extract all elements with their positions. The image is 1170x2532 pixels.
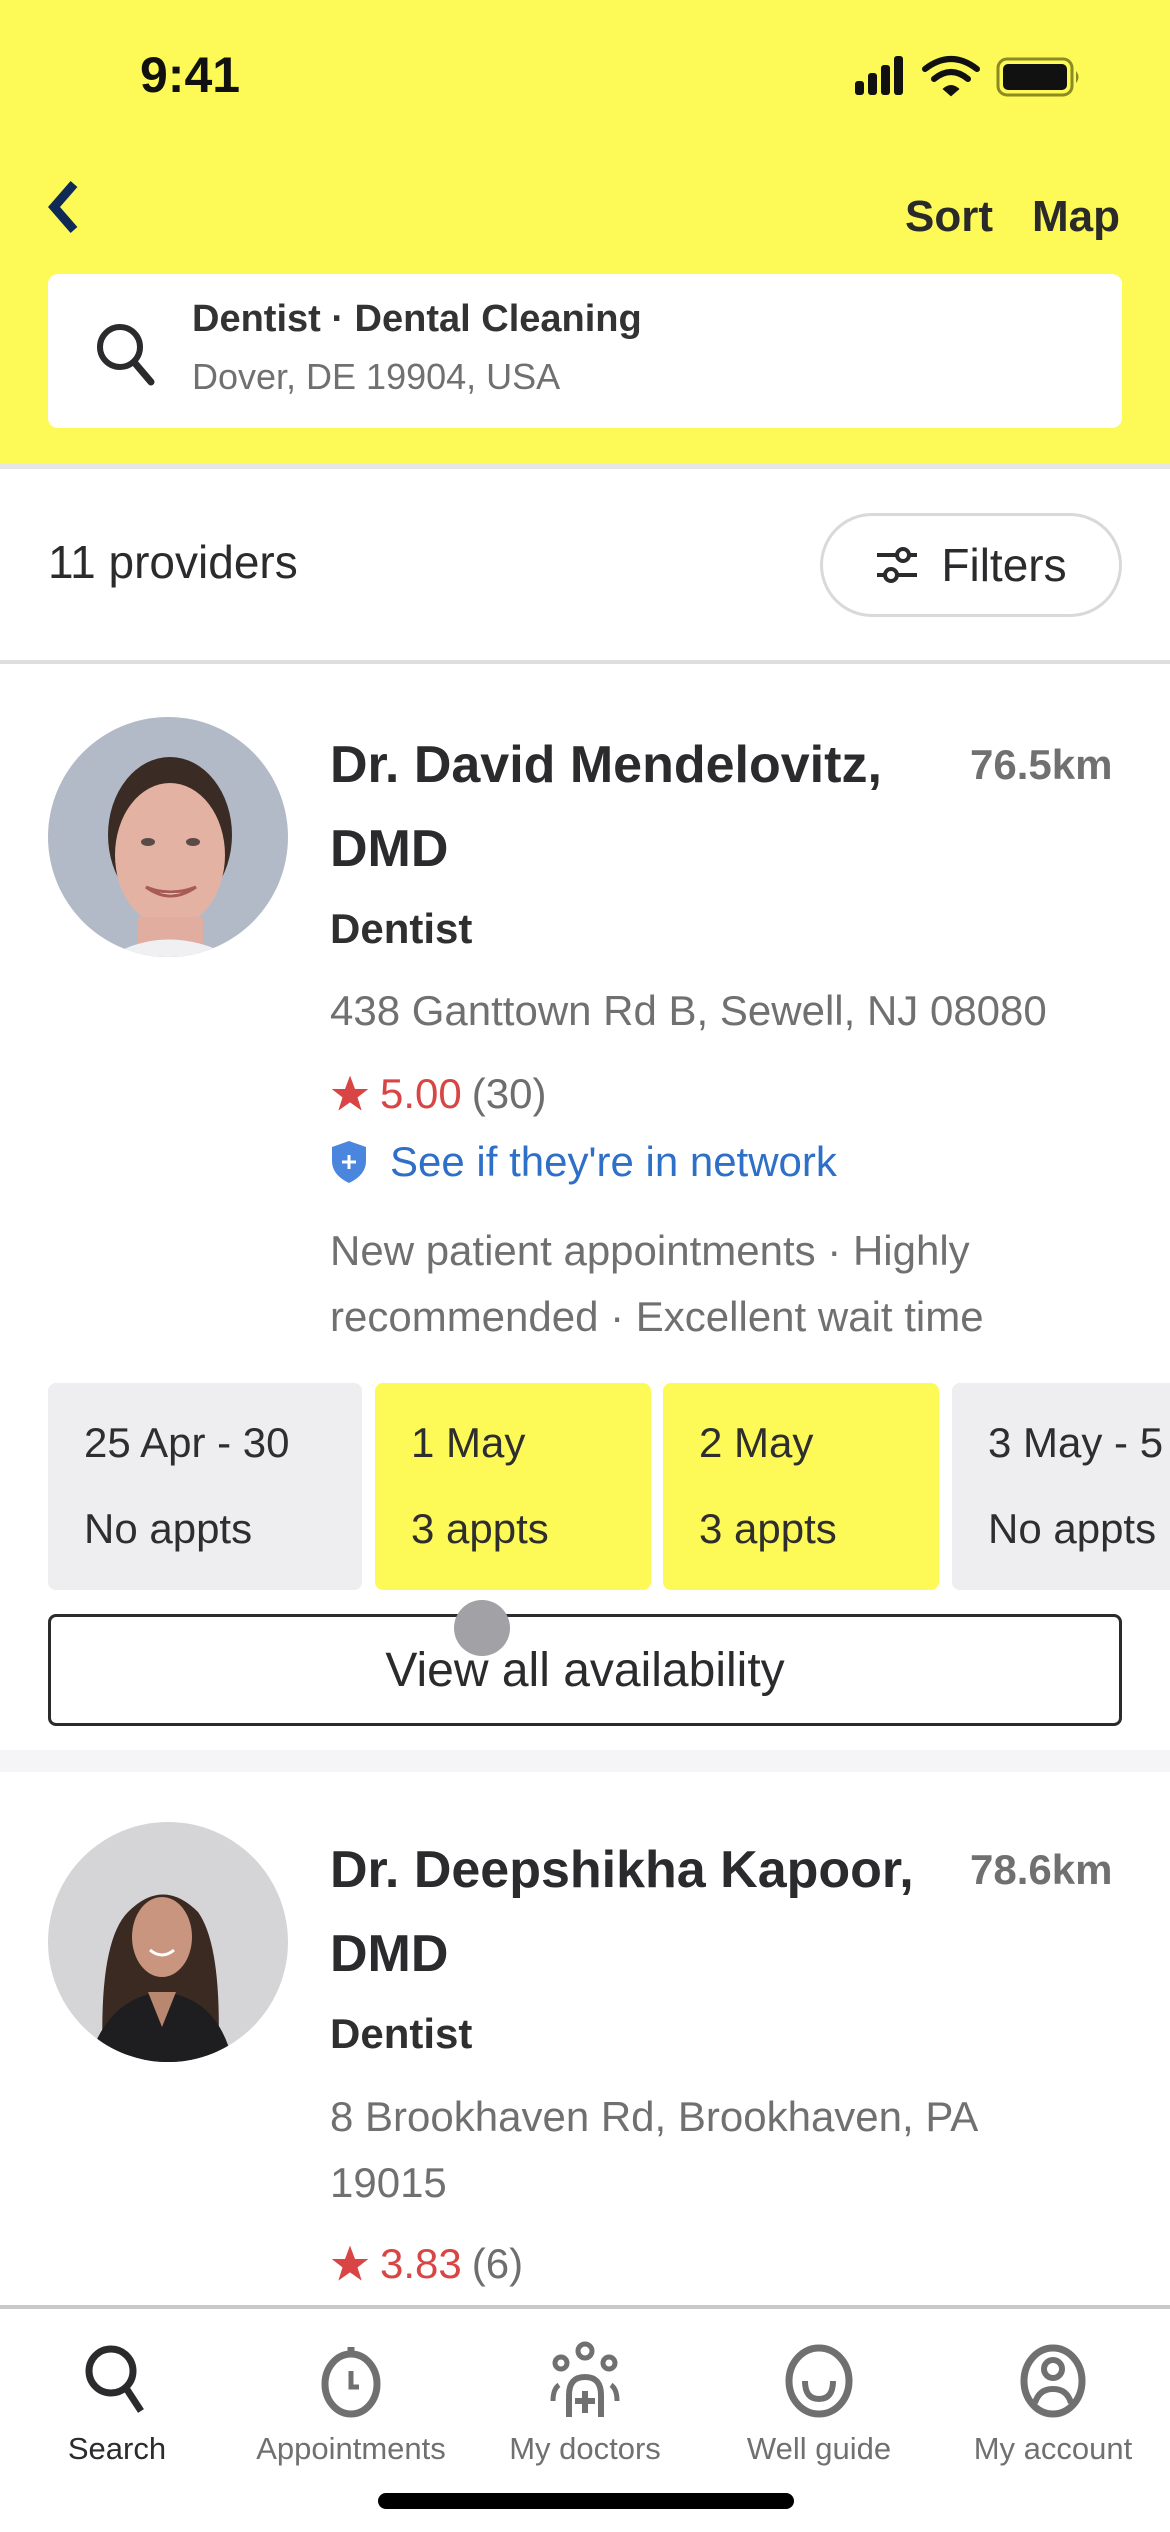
- slot-count: No appts: [84, 1505, 253, 1552]
- availability-slot[interactable]: 25 Apr - 30 No appts: [48, 1383, 362, 1590]
- sliders-icon: [877, 547, 918, 583]
- shield-plus-icon: [332, 1141, 366, 1183]
- tab-label: Search: [67, 2431, 167, 2466]
- view-all-availability-button[interactable]: View all availability: [48, 1614, 1122, 1726]
- provider-name-line1: Dr. David Mendelovitz,: [330, 736, 882, 794]
- provider-avatar[interactable]: [48, 717, 288, 957]
- wifi-icon: [922, 56, 980, 97]
- map-button[interactable]: Map: [1032, 192, 1120, 242]
- star-icon: [331, 1075, 369, 1111]
- filters-label: Filters: [941, 539, 1067, 591]
- provider-credential: DMD: [330, 1925, 449, 1983]
- tab-label: Well guide: [746, 2431, 892, 2466]
- provider-name-line1: Dr. Deepshikha Kapoor,: [330, 1841, 914, 1899]
- tab-search[interactable]: Search: [0, 2339, 234, 2489]
- provider-distance: 76.5km: [970, 741, 1113, 788]
- tab-label: My doctors: [509, 2431, 661, 2466]
- rating-count: (30): [471, 1070, 547, 1117]
- star-icon: [331, 2245, 369, 2281]
- result-count: 11 providers: [48, 536, 298, 588]
- status-time: 9:41: [140, 47, 241, 103]
- touch-indicator: [454, 1600, 510, 1656]
- slot-count: No appts: [988, 1505, 1157, 1552]
- back-button[interactable]: [36, 172, 96, 242]
- tab-my-account[interactable]: My account: [936, 2339, 1170, 2489]
- search-icon: [85, 2345, 144, 2413]
- slot-count: 3 appts: [411, 1505, 549, 1552]
- tab-label: Appointments: [256, 2431, 446, 2466]
- rating-count: (6): [471, 2240, 524, 2287]
- provider-avatar[interactable]: [48, 1822, 288, 2062]
- cellular-signal-icon: [855, 56, 903, 95]
- provider-address: 438 Ganttown Rd B, Sewell, NJ 08080: [330, 987, 1047, 1034]
- clock-icon: [321, 2347, 381, 2418]
- battery-icon: [996, 57, 1079, 97]
- provider-specialty: Dentist: [330, 905, 473, 952]
- provider-credential: DMD: [330, 820, 449, 878]
- card-separator: [0, 1750, 1170, 1772]
- network-link-label: See if they're in network: [390, 1138, 837, 1185]
- search-icon: [97, 324, 155, 386]
- slot-count: 3 appts: [699, 1505, 837, 1552]
- provider-address: 8 Brookhaven Rd, Brookhaven, PA 19015: [330, 2093, 976, 2206]
- status-icons: [855, 56, 1079, 97]
- doctors-group-icon: [550, 2341, 620, 2417]
- home-indicator: [378, 2493, 794, 2509]
- header-divider: [0, 464, 1170, 469]
- slot-date: 1 May: [411, 1419, 526, 1466]
- provider-name[interactable]: Dr. Deepshikha Kapoor, 78.6km DMD: [330, 1828, 1112, 1996]
- tab-label: My account: [973, 2431, 1133, 2466]
- slot-date: 3 May - 5: [988, 1419, 1164, 1466]
- tab-appointments[interactable]: Appointments: [234, 2339, 468, 2489]
- smile-icon: [785, 2344, 853, 2418]
- list-divider: [0, 660, 1170, 664]
- filters-button[interactable]: Filters: [820, 513, 1122, 617]
- network-check-link[interactable]: See if they're in network: [330, 1138, 837, 1186]
- user-circle-icon: [1020, 2344, 1086, 2418]
- availability-slot[interactable]: 1 May 3 appts: [375, 1383, 651, 1590]
- sort-button[interactable]: Sort: [905, 192, 993, 242]
- search-field[interactable]: Dentist · Dental Cleaning Dover, DE 1990…: [48, 274, 1122, 428]
- availability-slot[interactable]: 3 May - 5 No appts: [952, 1383, 1170, 1590]
- provider-rating: 3.83 (6): [330, 2240, 523, 2288]
- provider-photo: [48, 717, 288, 957]
- tab-well-guide[interactable]: Well guide: [702, 2339, 936, 2489]
- rating-score: 3.83: [380, 2240, 462, 2287]
- chevron-left-icon: [48, 181, 78, 233]
- slot-date: 25 Apr - 30: [84, 1419, 290, 1466]
- provider-photo: [48, 1822, 288, 2062]
- provider-distance: 78.6km: [970, 1846, 1113, 1893]
- rating-score: 5.00: [380, 1070, 462, 1117]
- provider-rating: 5.00 (30): [330, 1070, 546, 1118]
- provider-tags: New patient appointments · Highly recomm…: [330, 1227, 984, 1340]
- slot-date: 2 May: [699, 1419, 814, 1466]
- provider-specialty: Dentist: [330, 2010, 473, 2057]
- availability-slot[interactable]: 2 May 3 appts: [663, 1383, 939, 1590]
- provider-name[interactable]: Dr. David Mendelovitz, 76.5km DMD: [330, 723, 1112, 891]
- tab-my-doctors[interactable]: My doctors: [468, 2339, 702, 2489]
- search-location: Dover, DE 19904, USA: [192, 356, 561, 397]
- search-query: Dentist · Dental Cleaning: [192, 298, 642, 340]
